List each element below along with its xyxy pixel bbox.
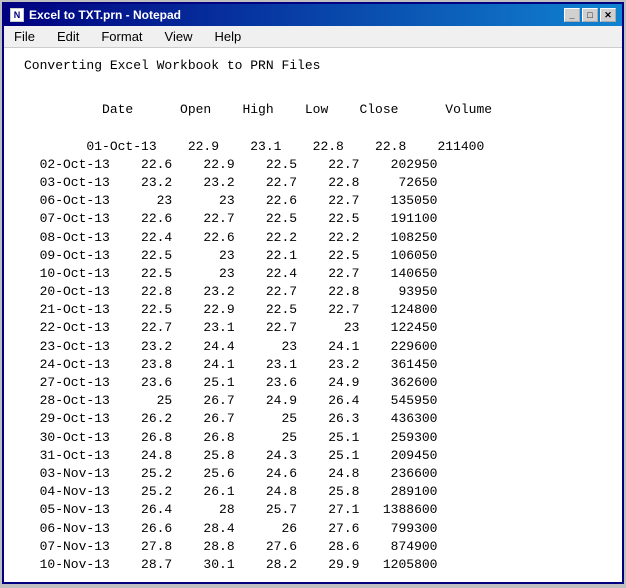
minimize-button[interactable]: _ — [564, 8, 580, 22]
app-icon: N — [10, 8, 24, 22]
menu-help[interactable]: Help — [208, 27, 247, 46]
close-button[interactable]: ✕ — [600, 8, 616, 22]
table-body: 01-Oct-13 22.9 23.1 22.8 22.8 211400 02-… — [24, 139, 492, 572]
menu-bar: File Edit Format View Help — [4, 26, 622, 48]
menu-file[interactable]: File — [8, 27, 41, 46]
menu-edit[interactable]: Edit — [51, 27, 85, 46]
menu-view[interactable]: View — [159, 27, 199, 46]
notepad-window: N Excel to TXT.prn - Notepad _ □ ✕ File … — [2, 2, 624, 584]
menu-format[interactable]: Format — [95, 27, 148, 46]
title-controls: _ □ ✕ — [564, 8, 616, 22]
content-area: Converting Excel Workbook to PRN Files D… — [4, 48, 622, 582]
window-title: Excel to TXT.prn - Notepad — [29, 8, 181, 22]
title-bar: N Excel to TXT.prn - Notepad _ □ ✕ — [4, 4, 622, 26]
title-bar-left: N Excel to TXT.prn - Notepad — [10, 8, 181, 22]
page-title: Converting Excel Workbook to PRN Files — [24, 58, 602, 73]
table-header-row: Date Open High Low Close Volume — [71, 102, 492, 117]
data-table: Date Open High Low Close Volume 01-Oct-1… — [24, 83, 602, 582]
maximize-button[interactable]: □ — [582, 8, 598, 22]
